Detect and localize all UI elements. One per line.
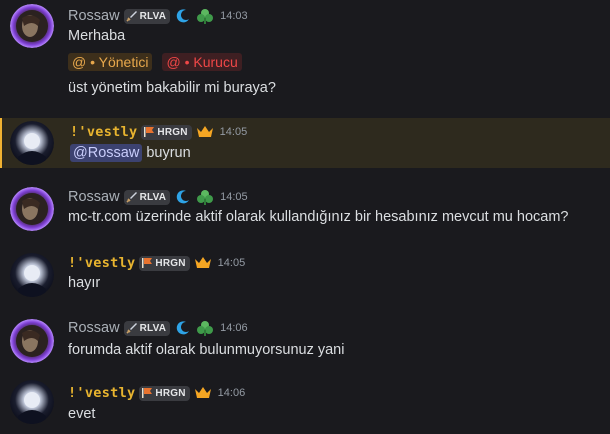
- guild-tag-label: RLVA: [139, 322, 167, 334]
- message-item: !'vestly HRGN 14:05 @Rossaw buyrun: [0, 118, 610, 168]
- chat-log: Rossaw RLVA 14:03 Merhaba @ • Yönetici @…: [0, 0, 610, 434]
- sword-icon: [126, 191, 138, 203]
- timestamp: 14:06: [220, 322, 248, 334]
- avatar[interactable]: [10, 319, 54, 363]
- timestamp: 14:05: [217, 257, 246, 269]
- guild-tag-label: HRGN: [157, 126, 188, 138]
- user-mention[interactable]: @Rossaw: [70, 144, 143, 162]
- message-item: Rossaw RLVA 14:03 Merhaba @ • Yönetici @…: [0, 0, 610, 112]
- username[interactable]: !'vestly: [68, 385, 135, 401]
- flag-icon: [141, 257, 153, 269]
- timestamp: 14:03: [220, 10, 248, 22]
- guild-tag[interactable]: RLVA: [123, 320, 171, 336]
- username[interactable]: Rossaw: [68, 8, 120, 24]
- flag-icon: [143, 126, 155, 138]
- message-body: @Rossaw buyrun: [70, 144, 191, 162]
- guild-tag-label: RLVA: [139, 191, 167, 203]
- message-item: Rossaw RLVA 14:06 forumda aktif olarak b…: [0, 316, 610, 366]
- moon-icon[interactable]: [174, 319, 192, 337]
- moon-icon[interactable]: [174, 188, 192, 206]
- leaf-icon[interactable]: [196, 319, 214, 337]
- leaf-icon[interactable]: [196, 7, 214, 25]
- username[interactable]: !'vestly: [68, 255, 135, 271]
- message-text: mc-tr.com üzerinde aktif olarak kullandı…: [68, 209, 569, 225]
- message-item: !'vestly HRGN 14:05 hayır: [0, 250, 610, 300]
- crown-icon[interactable]: [194, 384, 212, 402]
- flag-icon: [141, 387, 153, 399]
- timestamp: 14:05: [219, 126, 248, 138]
- message-text: Merhaba: [68, 28, 126, 44]
- avatar[interactable]: [10, 121, 54, 165]
- message-text: üst yönetim bakabilir mi buraya?: [68, 80, 276, 96]
- message-text: buyrun: [146, 145, 191, 161]
- leaf-icon[interactable]: [196, 188, 214, 206]
- guild-tag[interactable]: RLVA: [123, 189, 171, 205]
- avatar[interactable]: [10, 380, 54, 424]
- avatar[interactable]: [10, 187, 54, 231]
- moon-icon[interactable]: [174, 7, 192, 25]
- guild-tag-label: HRGN: [155, 387, 186, 399]
- message-item: Rossaw RLVA 14:05 mc-tr.com üzerinde akt…: [0, 184, 610, 234]
- role-mentions: @ • Yönetici @ • Kurucu: [68, 53, 248, 71]
- sword-icon: [126, 322, 138, 334]
- guild-tag[interactable]: RLVA: [123, 8, 171, 24]
- message-text: forumda aktif olarak bulunmuyorsunuz yan…: [68, 342, 345, 358]
- username[interactable]: Rossaw: [68, 320, 120, 336]
- guild-tag[interactable]: HRGN: [141, 124, 192, 140]
- message-item: !'vestly HRGN 14:06 evet: [0, 378, 610, 434]
- role-mention-yonetici[interactable]: @ • Yönetici: [68, 53, 153, 71]
- username[interactable]: Rossaw: [68, 189, 120, 205]
- guild-tag-label: HRGN: [155, 257, 186, 269]
- crown-icon[interactable]: [194, 254, 212, 272]
- guild-tag[interactable]: HRGN: [139, 255, 190, 271]
- role-mention-kurucu[interactable]: @ • Kurucu: [162, 53, 242, 71]
- sword-icon: [126, 10, 138, 22]
- username[interactable]: !'vestly: [70, 124, 137, 140]
- crown-icon[interactable]: [196, 123, 214, 141]
- avatar[interactable]: [10, 4, 54, 48]
- message-text: hayır: [68, 275, 101, 291]
- timestamp: 14:05: [220, 191, 248, 203]
- timestamp: 14:06: [217, 387, 246, 399]
- message-text: evet: [68, 406, 96, 422]
- guild-tag-label: RLVA: [139, 10, 167, 22]
- avatar[interactable]: [10, 253, 54, 297]
- guild-tag[interactable]: HRGN: [139, 385, 190, 401]
